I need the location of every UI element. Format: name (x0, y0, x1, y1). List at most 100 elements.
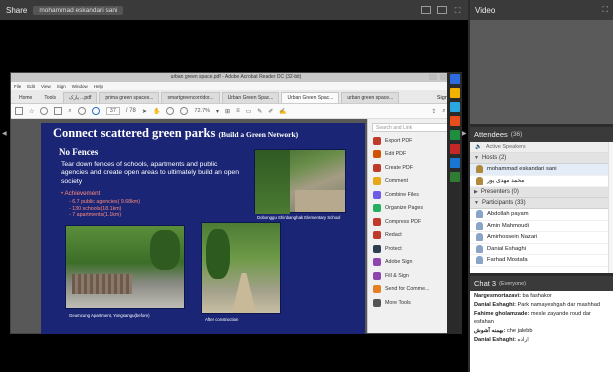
document-tab[interactable]: urban green space... (341, 92, 400, 103)
tool-label: Protect (385, 245, 402, 252)
attendee-row[interactable]: Farhad Mostafa (470, 255, 613, 267)
chat-message: Fahime gholamzade: mesle zayande roud da… (474, 311, 609, 326)
previous-page-icon[interactable] (77, 107, 86, 115)
attendee-row[interactable]: Amirhossein Nazari (470, 232, 613, 244)
tool-label: Send for Comme... (385, 286, 430, 293)
document-tab[interactable]: Urban Green Spac... (221, 92, 280, 103)
file-explorer-icon[interactable] (449, 88, 460, 98)
document-tab[interactable]: smartgreencorridor... (161, 92, 220, 103)
chrome-icon[interactable] (449, 130, 460, 140)
school-park-photo (254, 149, 346, 214)
edge-browser-icon[interactable] (449, 102, 460, 112)
video-fullscreen-icon[interactable]: ⛶ (602, 5, 608, 15)
menu-item-edit[interactable]: Edit (27, 84, 35, 89)
next-page-icon[interactable] (91, 107, 100, 115)
attendee-name: Amirhossein Nazari (487, 234, 538, 241)
achievement-list: - 6.7 public agencies( 9.68km) - 130 scho… (69, 199, 140, 219)
print-icon[interactable] (54, 107, 63, 115)
attendee-row[interactable]: Abdollah payam (470, 209, 613, 221)
document-tab[interactable]: Urban Green Spac... (281, 92, 340, 103)
attendee-row[interactable]: Amin Mahmoudi (470, 221, 613, 232)
menu-item-help[interactable]: Help (94, 84, 103, 89)
tab-tools[interactable]: Tools (39, 93, 61, 103)
fit-page-icon[interactable]: ⊞ (225, 108, 230, 115)
minimize-icon[interactable] (429, 74, 437, 80)
search-icon[interactable]: ⌕ (442, 108, 445, 115)
select-tool-icon[interactable]: ➤ (142, 108, 147, 115)
bookmark-star-icon[interactable]: ☆ (29, 108, 34, 115)
comment-icon[interactable]: ▭ (246, 108, 252, 115)
slide-subtitle: No Fences (59, 147, 99, 157)
fullscreen-icon[interactable]: ⛶ (453, 6, 462, 15)
sync-toggle-icon[interactable] (421, 6, 431, 14)
share-pod-title: Share (6, 5, 28, 15)
zoom-out-icon[interactable] (166, 107, 175, 115)
tab-home[interactable]: Home (14, 93, 37, 103)
menu-item-view[interactable]: View (41, 84, 51, 89)
presenters-group-label: Presenters (0) (480, 189, 519, 195)
tool-label: Redact (385, 232, 402, 239)
document-tab[interactable]: prima green spaces... (99, 92, 160, 103)
acrobat-title-bar: urban green space.pdf - Adobe Acrobat Re… (11, 73, 461, 82)
chat-sender: بهمنه آشوش: (474, 328, 506, 335)
slide-title-text: Connect scattered green parks (53, 126, 216, 140)
attendee-row[interactable]: محمد مهدی پور (470, 176, 613, 187)
achievement-item: - 7 apartments(1.1km) (69, 212, 122, 219)
attendees-scrollbar[interactable] (608, 142, 613, 273)
participants-group-label: Participants (33) (481, 200, 526, 206)
highlight-icon[interactable]: ✎ (257, 108, 262, 115)
chat-message: Nargesmortazavi: ba fashakor (474, 293, 609, 300)
participants-group-header[interactable]: ▼ Participants (33) (470, 198, 613, 209)
layout-toggle-icon[interactable] (437, 6, 447, 14)
draw-icon[interactable]: ✐ (268, 108, 273, 115)
attendee-name: mohammad eskandari sani (487, 166, 557, 173)
scroll-right-arrow-icon[interactable]: ▶ (462, 130, 468, 138)
menu-item-file[interactable]: File (14, 84, 21, 89)
share-pod: Share mohammad eskandari sani ⛶ ◀ urban … (0, 0, 468, 372)
chat-sender: Danial Eshaghi: (474, 302, 516, 309)
collapse-triangle-icon: ▼ (474, 200, 479, 206)
zoom-level[interactable]: 72.7% (194, 108, 210, 114)
tool-icon (373, 285, 381, 294)
tool-label: Organize Pages (385, 205, 423, 212)
excel-icon[interactable] (449, 172, 460, 182)
chat-message: Danial Eshaghi: اراده (474, 337, 609, 344)
sign-icon[interactable]: ✍ (279, 108, 286, 115)
windows-start-icon[interactable] (449, 74, 460, 84)
menu-item-window[interactable]: Window (72, 84, 88, 89)
page-number-input[interactable]: 37 (105, 107, 120, 115)
upload-icon[interactable] (40, 107, 49, 115)
tools-search-input[interactable]: Search and Link (372, 123, 457, 132)
adobe-connect-room: Share mohammad eskandari sani ⛶ ◀ urban … (0, 0, 613, 372)
slide-title: Connect scattered green parks (Build a G… (53, 126, 298, 141)
menu-item-sign[interactable]: Sign (57, 84, 66, 89)
chat-text: اراده (515, 337, 529, 344)
share-file-icon[interactable]: ⇪ (431, 108, 436, 115)
attendee-row[interactable]: mohammad eskandari sani (470, 164, 613, 176)
attendee-name: Danial Eshaghi (487, 245, 526, 252)
tool-icon (373, 271, 381, 280)
active-speakers-bar[interactable]: 🔈 Active Speakers (470, 142, 613, 153)
scroll-mode-icon[interactable]: ≡ (236, 108, 240, 114)
slide-title-suffix: (Build a Green Network) (218, 130, 299, 139)
hand-tool-icon[interactable]: ✋ (153, 108, 160, 115)
word-icon[interactable] (449, 158, 460, 168)
document-tab[interactable]: پارک ...pdf (63, 92, 98, 103)
firefox-icon[interactable] (449, 116, 460, 126)
host-avatar-icon (476, 165, 483, 174)
save-icon[interactable] (15, 107, 23, 115)
participant-avatar-icon (476, 244, 483, 253)
attendee-count: (36) (510, 131, 523, 138)
acrobat-taskbar-icon[interactable] (449, 144, 460, 154)
expand-triangle-icon: ▶ (474, 189, 478, 195)
presenters-group-header[interactable]: ▶ Presenters (0) (470, 187, 613, 198)
scroll-left-arrow-icon[interactable]: ◀ (2, 130, 8, 138)
find-icon[interactable]: ⌕ (68, 108, 71, 115)
hosts-group-header[interactable]: ▼ Hosts (2) (470, 153, 613, 164)
participants-list: Abdollah payam Amin Mahmoudi Amirhossein N… (470, 209, 613, 267)
zoom-in-icon[interactable] (180, 107, 189, 115)
zoom-dropdown-icon[interactable]: ▾ (216, 108, 219, 115)
slide-body-text: Tear down fences of schools, apartments … (61, 161, 239, 185)
attendee-name: Abdollah payam (487, 211, 529, 218)
attendee-row[interactable]: Danial Eshaghi (470, 244, 613, 255)
